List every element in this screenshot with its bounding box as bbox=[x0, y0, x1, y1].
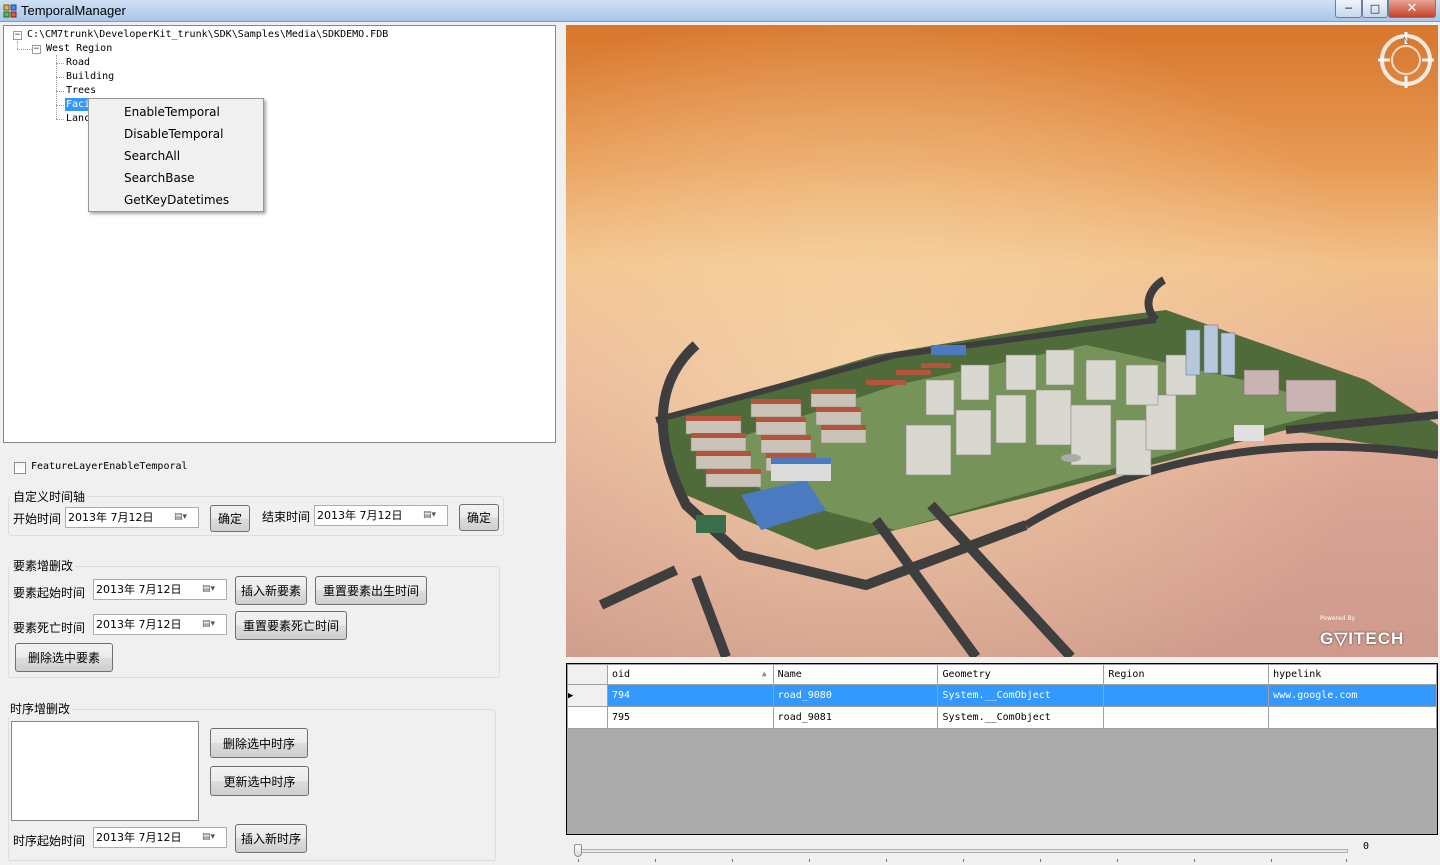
close-button[interactable]: ✕ bbox=[1388, 0, 1436, 18]
menu-item-disable-temporal[interactable]: DisableTemporal bbox=[89, 123, 263, 145]
end-time-value: 2013年 7月12日 bbox=[317, 509, 403, 522]
column-header-oid[interactable]: oid ▲ bbox=[606, 664, 774, 685]
column-header-geometry[interactable]: Geometry bbox=[937, 664, 1105, 685]
start-time-picker[interactable]: 2013年 7月12日 ▤▾ bbox=[65, 507, 199, 528]
timeline-start-confirm-button[interactable]: 确定 bbox=[210, 505, 250, 532]
cell-name[interactable]: road_9080 bbox=[772, 684, 939, 707]
row-header[interactable] bbox=[567, 706, 608, 729]
slider-thumb[interactable] bbox=[574, 844, 582, 857]
delete-sequence-button[interactable]: 删除选中时序 bbox=[210, 728, 308, 758]
context-menu: EnableTemporal DisableTemporal SearchAll… bbox=[88, 98, 264, 212]
calendar-dropdown-icon[interactable]: ▤▾ bbox=[423, 510, 443, 521]
feature-start-time-value: 2013年 7月12日 bbox=[96, 583, 182, 596]
custom-timeline-title: 自定义时间轴 bbox=[11, 488, 88, 505]
calendar-dropdown-icon[interactable]: ▤▾ bbox=[202, 619, 222, 630]
close-icon: ✕ bbox=[1406, 1, 1418, 16]
window-title: TemporalManager bbox=[21, 3, 126, 18]
layer-tree[interactable]: − C:\CM7trunk\DeveloperKit_trunk\SDK\Sam… bbox=[3, 25, 556, 443]
title-bar: TemporalManager ─ □ ✕ bbox=[0, 0, 1440, 22]
sequence-listbox[interactable] bbox=[11, 721, 199, 821]
feature-grid[interactable]: oid ▲ Name Geometry Region hypelink ▶ 794… bbox=[566, 663, 1438, 835]
table-row[interactable]: ▶ 794 road_9080 System.__ComObject www.g… bbox=[567, 684, 1437, 707]
update-sequence-button[interactable]: 更新选中时序 bbox=[210, 766, 309, 796]
menu-item-enable-temporal[interactable]: EnableTemporal bbox=[89, 101, 263, 123]
collapse-icon[interactable]: − bbox=[32, 45, 41, 54]
column-header-hypelink[interactable]: hypelink bbox=[1268, 664, 1437, 685]
cell-hypelink[interactable]: www.google.com bbox=[1268, 684, 1437, 707]
cell-oid[interactable]: 795 bbox=[606, 706, 774, 729]
menu-item-search-base[interactable]: SearchBase bbox=[89, 167, 263, 189]
insert-feature-button[interactable]: 插入新要素 bbox=[235, 576, 307, 605]
end-time-picker[interactable]: 2013年 7月12日 ▤▾ bbox=[314, 505, 448, 526]
start-time-value: 2013年 7月12日 bbox=[68, 511, 154, 524]
column-header-name[interactable]: Name bbox=[772, 664, 939, 685]
maximize-icon: □ bbox=[1369, 2, 1381, 15]
calendar-dropdown-icon[interactable]: ▤▾ bbox=[174, 512, 194, 523]
reset-birth-time-button[interactable]: 重置要素出生时间 bbox=[315, 576, 427, 605]
feature-layer-temporal-checkbox[interactable] bbox=[14, 462, 26, 474]
minimize-icon: ─ bbox=[1345, 2, 1352, 15]
slider-value-label: 0 bbox=[1363, 841, 1370, 852]
tree-root-node[interactable]: C:\CM7trunk\DeveloperKit_trunk\SDK\Sampl… bbox=[27, 28, 388, 41]
reset-death-time-button[interactable]: 重置要素死亡时间 bbox=[235, 611, 347, 640]
minimize-button[interactable]: ─ bbox=[1335, 0, 1362, 18]
app-icon bbox=[3, 4, 17, 18]
brand-logo: G▽ITECH bbox=[1320, 629, 1405, 648]
cell-geometry[interactable]: System.__ComObject bbox=[937, 706, 1105, 729]
compass-icon[interactable]: N bbox=[1376, 30, 1436, 90]
column-header-region[interactable]: Region bbox=[1103, 664, 1270, 685]
maximize-button[interactable]: □ bbox=[1362, 0, 1388, 18]
tree-layer-lanc[interactable]: Lanc bbox=[66, 112, 90, 125]
3d-viewer[interactable]: N Powered By G▽ITECH bbox=[566, 25, 1438, 657]
cell-region[interactable] bbox=[1103, 684, 1270, 707]
city-scene bbox=[566, 25, 1438, 657]
feature-edit-title: 要素增删改 bbox=[11, 557, 76, 574]
start-time-label: 开始时间 bbox=[13, 512, 62, 526]
cell-hypelink[interactable] bbox=[1268, 706, 1437, 729]
delete-feature-button[interactable]: 删除选中要素 bbox=[15, 643, 113, 672]
sequence-start-time-value: 2013年 7月12日 bbox=[96, 831, 182, 844]
insert-sequence-button[interactable]: 插入新时序 bbox=[235, 824, 307, 853]
cell-geometry[interactable]: System.__ComObject bbox=[937, 684, 1105, 707]
sequence-start-time-picker[interactable]: 2013年 7月12日 ▤▾ bbox=[93, 827, 227, 848]
grid-corner-header[interactable] bbox=[567, 664, 608, 685]
menu-item-get-key-datetimes[interactable]: GetKeyDatetimes bbox=[89, 189, 263, 211]
feature-start-time-label: 要素起始时间 bbox=[13, 586, 86, 600]
menu-item-search-all[interactable]: SearchAll bbox=[89, 145, 263, 167]
feature-death-time-picker[interactable]: 2013年 7月12日 ▤▾ bbox=[93, 614, 227, 635]
time-slider[interactable] bbox=[572, 843, 1352, 863]
feature-death-time-label: 要素死亡时间 bbox=[13, 621, 86, 635]
timeline-end-confirm-button[interactable]: 确定 bbox=[459, 504, 499, 531]
tree-layer-trees[interactable]: Trees bbox=[66, 84, 96, 97]
table-row[interactable]: 795 road_9081 System.__ComObject bbox=[567, 706, 1437, 729]
collapse-icon[interactable]: − bbox=[13, 31, 22, 40]
calendar-dropdown-icon[interactable]: ▤▾ bbox=[202, 832, 222, 843]
end-time-label: 结束时间 bbox=[262, 510, 311, 524]
sequence-start-time-label: 时序起始时间 bbox=[13, 834, 86, 848]
tree-layer-building[interactable]: Building bbox=[66, 70, 114, 83]
sequence-edit-title: 时序增删改 bbox=[8, 700, 73, 717]
powered-by-label: Powered By bbox=[1320, 615, 1356, 622]
tree-layer-road[interactable]: Road bbox=[66, 56, 90, 69]
sort-ascending-icon: ▲ bbox=[761, 669, 767, 678]
cell-name[interactable]: road_9081 bbox=[772, 706, 939, 729]
cell-region[interactable] bbox=[1103, 706, 1270, 729]
feature-start-time-picker[interactable]: 2013年 7月12日 ▤▾ bbox=[93, 579, 227, 600]
calendar-dropdown-icon[interactable]: ▤▾ bbox=[202, 584, 222, 595]
slider-track[interactable] bbox=[576, 849, 1348, 853]
cell-oid[interactable]: 794 bbox=[606, 684, 774, 707]
feature-layer-temporal-label: FeatureLayerEnableTemporal bbox=[31, 461, 188, 472]
tree-region-node[interactable]: West Region bbox=[46, 42, 112, 55]
feature-death-time-value: 2013年 7月12日 bbox=[96, 618, 182, 631]
svg-text:N: N bbox=[1403, 36, 1409, 45]
row-pointer-icon[interactable]: ▶ bbox=[567, 684, 608, 707]
